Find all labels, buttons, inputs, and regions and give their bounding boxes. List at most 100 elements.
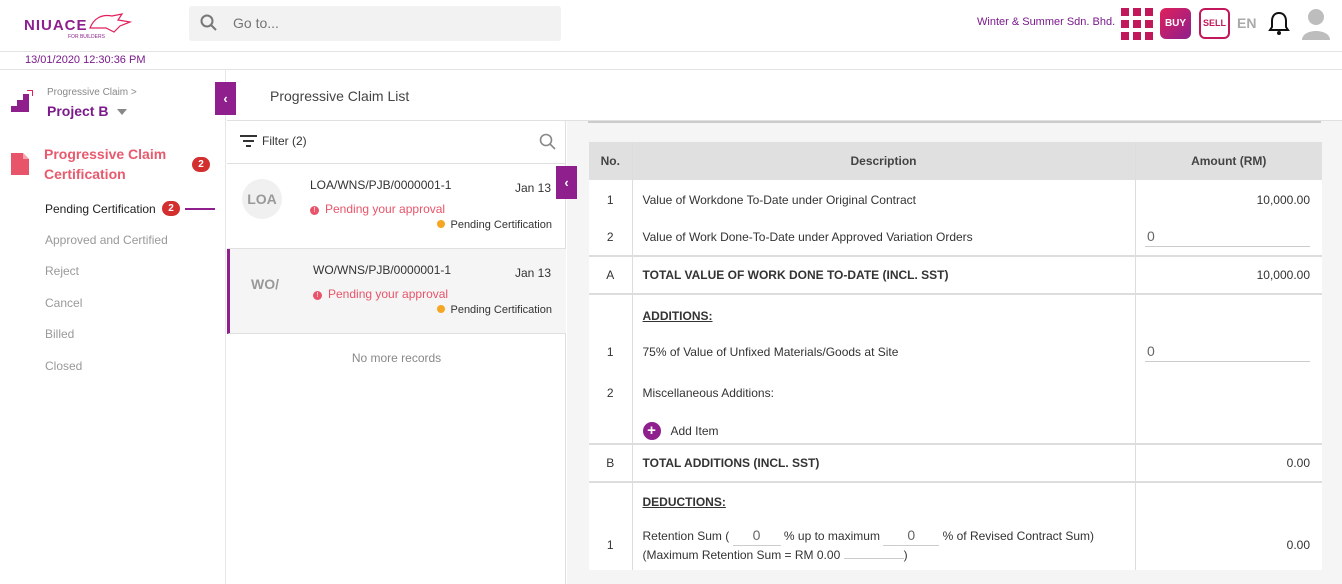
card-pending: ! Pending your approval (310, 202, 445, 216)
filter-bar: Filter (2) (227, 121, 566, 164)
alert-icon: ! (310, 206, 319, 215)
retention-text: Retention Sum ( (642, 528, 730, 543)
list-header: Progressive Claim List (227, 70, 1342, 121)
table-row: ADDITIONS: (589, 293, 1322, 336)
claim-card-selected[interactable]: WO/ WO/WNS/PJB/0000001-1 Jan 13 ! Pending… (227, 249, 566, 334)
retention-max-field[interactable] (843, 557, 904, 559)
company-name[interactable]: Winter & Summer Sdn. Bhd. (977, 16, 1115, 28)
language-switch[interactable]: EN (1237, 15, 1256, 31)
plus-icon: + (642, 421, 661, 440)
retention-max-input[interactable]: 0 (883, 526, 940, 546)
add-item-button[interactable]: + Add Item (642, 421, 719, 440)
card-avatar: LOA (242, 179, 282, 219)
user-avatar[interactable] (1302, 6, 1330, 40)
card-status: Pending Certification (437, 304, 552, 316)
bell-icon[interactable] (1268, 10, 1290, 36)
variation-amount-input[interactable]: 0 (1145, 228, 1310, 247)
niuace-logo[interactable]: NIUACE FOR BUILDERS (22, 10, 134, 40)
table-row: DEDUCTIONS: (589, 481, 1322, 520)
detail-top-divider (588, 121, 1321, 123)
pending-count-badge: 2 (162, 201, 180, 216)
chevron-down-icon[interactable] (117, 109, 127, 115)
row-no: 1 (589, 336, 633, 368)
nav-closed[interactable]: Closed (45, 359, 82, 373)
retention-text: ) (903, 547, 908, 562)
row-amount: 10,000.00 (1135, 255, 1322, 294)
claim-table: No. Description Amount (RM) 1 Value of W… (589, 142, 1322, 570)
search-input[interactable] (233, 15, 533, 31)
current-datetime: 13/01/2020 12:30:36 PM (25, 54, 146, 66)
project-stairs-icon (11, 90, 33, 112)
nav-pending-certification[interactable]: Pending Certification (45, 202, 156, 216)
row-no: 1 (589, 180, 633, 219)
additions-title: ADDITIONS: (642, 308, 713, 323)
top-bar: NIUACE FOR BUILDERS Winter & Summer Sdn.… (0, 0, 1342, 52)
row-amount (1135, 368, 1322, 418)
document-icon (11, 153, 29, 175)
row-no: B (589, 443, 633, 482)
nav-cancel[interactable]: Cancel (45, 296, 82, 310)
row-amount: 10,000.00 (1256, 192, 1310, 207)
row-no (589, 481, 633, 520)
table-row: A TOTAL VALUE OF WORK DONE TO-DATE (INCL… (589, 255, 1322, 294)
card-status-text: Pending Certification (450, 304, 552, 316)
nav-approved-and-certified[interactable]: Approved and Certified (45, 233, 168, 247)
row-amount (1135, 293, 1322, 336)
no-more-records: No more records (351, 351, 442, 365)
sell-button[interactable]: SELL (1199, 8, 1230, 39)
table-row: 1 75% of Value of Unfixed Materials/Good… (589, 336, 1322, 368)
svg-text:NIUACE: NIUACE (24, 17, 88, 34)
table-row: 1 Retention Sum ( 0 % up to maximum 0 % … (589, 520, 1322, 570)
row-description: Retention Sum ( 0 % up to maximum 0 % of… (632, 520, 1136, 570)
section-title[interactable]: Progressive Claim Certification (44, 144, 184, 184)
row-no: 1 (589, 520, 633, 570)
row-no: 2 (589, 219, 633, 256)
table-row: B TOTAL ADDITIONS (INCL. SST) 0.00 (589, 443, 1322, 482)
row-amount: 0.00 (1286, 538, 1310, 552)
card-reference: WO/WNS/PJB/0000001-1 (313, 263, 452, 277)
breadcrumb[interactable]: Progressive Claim > (47, 87, 137, 98)
global-search[interactable] (189, 6, 561, 41)
nav-billed[interactable]: Billed (45, 327, 74, 341)
date-bar: 13/01/2020 12:30:36 PM (0, 52, 1342, 70)
table-header-row: No. Description Amount (RM) (589, 142, 1322, 180)
sidebar-collapse-button[interactable]: ‹ (215, 82, 236, 115)
search-icon (200, 14, 217, 31)
apps-grid-icon[interactable] (1121, 8, 1153, 40)
project-selector[interactable]: Project B (47, 103, 108, 119)
row-amount (1135, 481, 1322, 520)
page-title: Progressive Claim List (270, 88, 410, 104)
col-amount: Amount (RM) (1135, 142, 1322, 180)
filter-icon[interactable] (240, 134, 257, 148)
status-dot-icon (437, 305, 446, 313)
row-description: TOTAL VALUE OF WORK DONE TO-DATE (INCL. … (632, 255, 1136, 294)
card-pending: ! Pending your approval (313, 287, 448, 301)
svg-text:FOR BUILDERS: FOR BUILDERS (68, 34, 106, 40)
card-avatar: WO/ (251, 276, 279, 292)
table-row: 2 Miscellaneous Additions: (589, 368, 1322, 418)
claim-detail: No. Description Amount (RM) 1 Value of W… (567, 121, 1342, 584)
row-no (589, 418, 633, 444)
alert-icon: ! (313, 291, 322, 300)
search-icon[interactable] (539, 133, 556, 150)
retention-percent-input[interactable]: 0 (732, 526, 781, 546)
claim-card[interactable]: LOA LOA/WNS/PJB/0000001-1 Jan 13 ! Pendin… (227, 164, 566, 249)
row-amount: 0.00 (1135, 443, 1322, 482)
unfixed-materials-input[interactable]: 0 (1145, 343, 1310, 362)
card-date: Jan 13 (514, 181, 551, 195)
row-description: Miscellaneous Additions: (632, 368, 1136, 418)
buy-button[interactable]: BUY (1160, 8, 1191, 39)
nav-reject[interactable]: Reject (45, 264, 79, 278)
row-no (589, 293, 633, 336)
row-amount: 0 (1135, 336, 1322, 368)
row-no: A (589, 255, 633, 294)
list-collapse-button[interactable]: ‹ (556, 166, 577, 199)
retention-max-text: (Maximum Retention Sum = RM 0.00 (642, 547, 841, 562)
card-pending-text: Pending your approval (325, 202, 446, 216)
status-dot-icon (437, 220, 446, 228)
col-no: No. (589, 142, 633, 180)
table-row: + Add Item (589, 418, 1322, 444)
filter-button[interactable]: Filter (2) (262, 134, 307, 148)
col-description: Description (632, 142, 1136, 180)
row-description: DEDUCTIONS: (632, 481, 1136, 520)
